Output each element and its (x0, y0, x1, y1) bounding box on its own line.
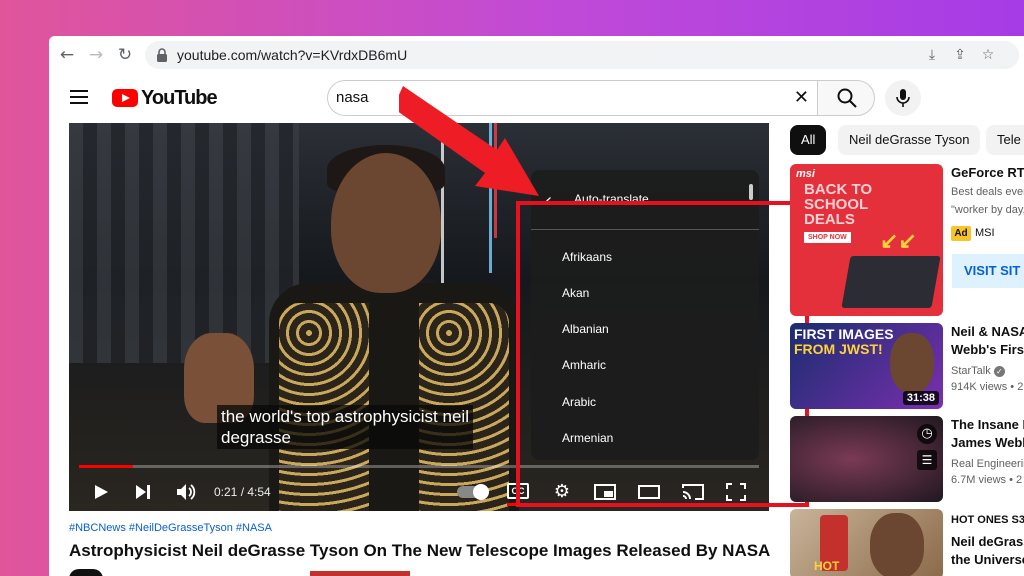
laptop-image (841, 256, 941, 308)
volume-icon[interactable] (175, 479, 197, 505)
menu-scrollbar[interactable] (749, 184, 753, 200)
browser-window: ← → ↻ youtube.com/watch?v=KVrdxDB6mU ⤓ ⇪… (49, 36, 1024, 576)
search-query[interactable]: nasa (336, 89, 369, 106)
thumb-text: FIRST IMAGES FROM JWST! (794, 326, 894, 357)
progress-fill (79, 465, 134, 468)
verified-check-icon: ✓ (993, 366, 1005, 377)
arrow-decoration-icon: ↙↙ (880, 228, 917, 253)
add-to-queue-icon[interactable]: ☰ (917, 450, 937, 470)
bookmark-star-icon[interactable]: ☆ (979, 46, 997, 64)
search-button[interactable] (817, 80, 875, 116)
reload-icon[interactable]: ↻ (115, 45, 135, 65)
channel-name[interactable]: StarTalk ✓ (951, 365, 1005, 377)
autoplay-toggle[interactable] (457, 484, 489, 500)
install-icon[interactable]: ⤓ (923, 46, 941, 64)
video-title: Astrophysicist Neil deGrasse Tyson On Th… (69, 541, 771, 560)
chip-neil-degrasse-tyson[interactable]: Neil deGrasse Tyson (838, 125, 981, 155)
next-icon[interactable] (133, 479, 153, 505)
chip-tele[interactable]: Tele (986, 125, 1024, 155)
person-face (870, 513, 924, 576)
url-text[interactable]: youtube.com/watch?v=KVrdxDB6mU (177, 47, 407, 63)
ad-badge: Ad (951, 226, 971, 241)
ad-title[interactable]: GeForce RTX (951, 164, 1024, 182)
menu-icon[interactable] (70, 90, 88, 104)
play-icon[interactable] (91, 479, 111, 505)
video-duration: 31:38 (902, 391, 939, 405)
ad-description: "worker by day, (951, 204, 1024, 216)
video-hashtags[interactable]: #NBCNews #NeilDeGrasseTyson #NASA (69, 522, 272, 534)
caption-line: the world's top astrophysicist neil (221, 407, 469, 426)
related-video-title[interactable]: Neil deGrass the Universe (951, 533, 1024, 569)
subscribe-button[interactable] (310, 571, 410, 576)
ad-advertiser: MSI (975, 227, 995, 239)
chip-all[interactable]: All (790, 125, 827, 155)
video-thumbnail[interactable]: FIRST IMAGES FROM JWST! 31:38 (790, 323, 943, 409)
red-arrow-icon (399, 86, 539, 196)
lock-icon (157, 48, 167, 62)
time-display: 0:21 / 4:54 (214, 485, 271, 499)
video-thumbnail[interactable]: HOT (790, 509, 943, 576)
studio-backdrop (69, 123, 299, 363)
youtube-play-icon (112, 89, 138, 107)
thumb-text: HOT (814, 559, 840, 573)
channel-avatar[interactable] (69, 569, 103, 576)
related-video-title[interactable]: The Insane E James Webb (951, 416, 1024, 452)
video-views: 914K views • 2 (951, 381, 1024, 393)
visit-site-button[interactable]: VISIT SIT (952, 254, 1024, 288)
ad-brand-logo: msi (796, 168, 815, 180)
ad-thumb-text: BACK TO SCHOOL DEALS (804, 181, 873, 228)
caption-line: degrasse (221, 428, 291, 447)
clear-search-icon[interactable]: ✕ (794, 87, 809, 108)
person-face (890, 333, 934, 393)
ad-description: Best deals ever (951, 186, 1024, 198)
ad-shop-now: SHOP NOW (804, 232, 851, 243)
related-video-title[interactable]: Neil & NASA Webb's First (951, 323, 1024, 359)
address-bar[interactable]: youtube.com/watch?v=KVrdxDB6mU ⤓ ⇪ ☆ (145, 41, 1019, 69)
closed-caption: the world's top astrophysicist neil degr… (217, 405, 473, 449)
ad-thumbnail[interactable]: msi BACK TO SCHOOL DEALS SHOP NOW ↙↙ (790, 164, 943, 316)
voice-search-button[interactable] (885, 80, 921, 116)
microphone-icon (896, 89, 910, 107)
channel-name[interactable]: Real Engineerin (951, 458, 1024, 470)
video-thumbnail[interactable]: ◷ ☰ (790, 416, 943, 502)
video-views: 6.7M views • 2 (951, 474, 1023, 486)
watch-later-icon[interactable]: ◷ (917, 424, 937, 444)
channel-label: HOT ONES S3 (951, 514, 1024, 526)
highlight-box (516, 201, 809, 507)
youtube-logo[interactable]: YouTube (112, 86, 218, 110)
youtube-logo-text: YouTube (141, 86, 218, 109)
forward-arrow-icon[interactable]: → (86, 45, 106, 65)
browser-toolbar: ← → ↻ youtube.com/watch?v=KVrdxDB6mU ⤓ ⇪… (49, 36, 1024, 74)
search-icon (837, 88, 857, 108)
share-icon[interactable]: ⇪ (951, 46, 969, 64)
back-arrow-icon[interactable]: ← (57, 45, 77, 65)
